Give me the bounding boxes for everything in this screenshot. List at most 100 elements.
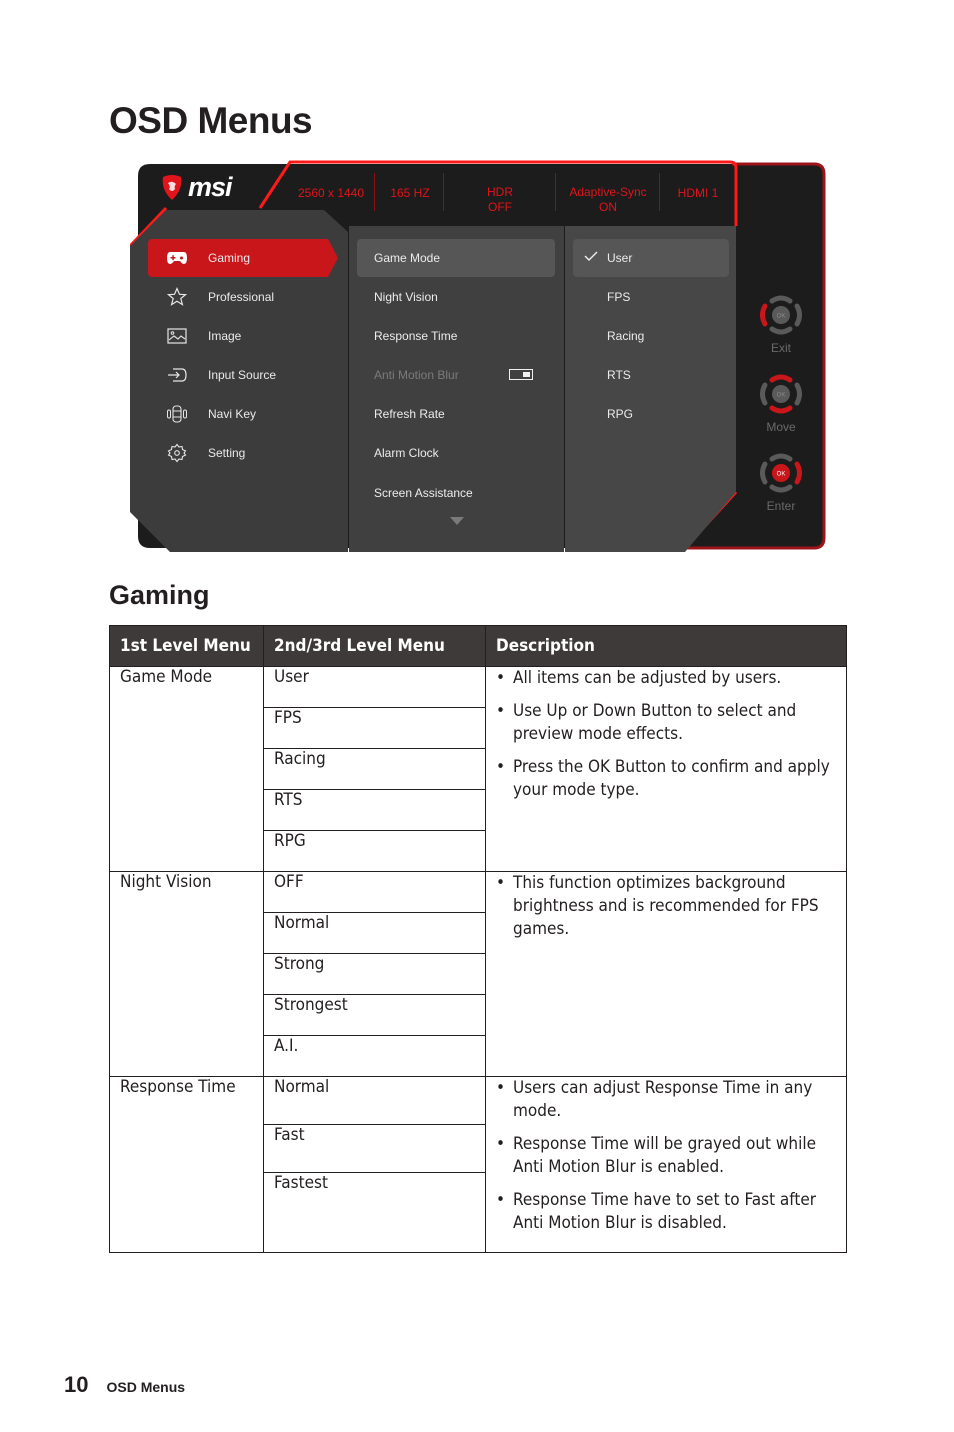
header-description: Description	[485, 625, 847, 667]
option-label: FPS	[607, 290, 631, 304]
ok-label: OK	[777, 472, 786, 478]
option-label: User	[607, 251, 633, 265]
submenu-label: Alarm Clock	[374, 446, 439, 460]
submenu-item-anti-motion-blur: Anti Motion Blur	[357, 356, 555, 394]
submenu-label: Refresh Rate	[374, 407, 445, 421]
status-refresh-rate: 165 HZ	[390, 186, 430, 200]
header-2nd-3rd-level: 2nd/3rd Level Menu	[263, 625, 486, 667]
description-cell: Users can adjust Response Time in any mo…	[485, 1076, 847, 1253]
option-cell: RPG	[263, 830, 486, 872]
description-bullet: Use Up or Down Button to select and prev…	[496, 700, 836, 746]
option-cell: Fast	[263, 1124, 486, 1173]
status-hdr: HDR OFF	[487, 185, 513, 214]
submenu-label: Game Mode	[374, 251, 441, 265]
description-bullet: All items can be adjusted by users.	[496, 667, 836, 690]
submenu-item-game-mode[interactable]: Game Mode	[357, 239, 555, 277]
status-resolution: 2560 x 1440	[297, 186, 365, 200]
gaming-menu-table: 1st Level Menu 2nd/3rd Level Menu Descri…	[109, 625, 847, 1253]
option-cell: FPS	[263, 707, 486, 749]
nav-label: Gaming	[208, 251, 251, 265]
status-divider	[659, 173, 660, 211]
nav-label: Professional	[208, 290, 275, 304]
scroll-down-arrow-icon[interactable]	[450, 517, 464, 525]
page-footer: 10 OSD Menus	[64, 1372, 185, 1398]
joystick-exit-icon: OK	[760, 295, 802, 335]
checkmark-icon	[584, 251, 598, 261]
header-1st-level: 1st Level Menu	[109, 625, 264, 667]
osd-screenshot: msi 2560 x 1440 165 HZ HDR OFF Adaptive-S…	[130, 160, 826, 552]
gear-icon	[166, 442, 188, 464]
key-hint-enter: OK Enter	[756, 453, 806, 513]
status-divider	[555, 173, 556, 211]
description-bullet: Press the OK Button to confirm and apply…	[496, 756, 836, 802]
option-cell: RTS	[263, 789, 486, 831]
option-cell: Racing	[263, 748, 486, 790]
nav-label: Input Source	[208, 368, 277, 382]
table-header-row: 1st Level Menu 2nd/3rd Level Menu Descri…	[109, 625, 847, 667]
key-hint-label: Move	[766, 420, 796, 434]
option-item-racing[interactable]: Racing	[573, 317, 729, 355]
nav-item-image[interactable]: Image	[148, 317, 338, 355]
submenu-label: Screen Assistance	[374, 486, 473, 500]
option-item-rts[interactable]: RTS	[573, 356, 729, 394]
ok-label: OK	[777, 393, 786, 399]
nav-item-gaming[interactable]: Gaming	[148, 239, 338, 277]
option-label: RTS	[607, 368, 631, 382]
key-hint-exit: OK Exit	[756, 295, 806, 355]
status-divider	[443, 173, 444, 211]
page-title: OSD Menus	[109, 100, 313, 141]
submenu-label: Anti Motion Blur	[374, 368, 459, 382]
ok-label: OK	[777, 314, 786, 320]
nav-label: Setting	[208, 446, 246, 460]
key-hint-move: OK Move	[756, 374, 806, 434]
nav-item-setting[interactable]: Setting	[148, 434, 338, 472]
table-row: Game Mode User All items can be adjusted…	[109, 666, 847, 872]
option-label: Racing	[607, 329, 645, 343]
nav-label: Navi Key	[208, 407, 257, 421]
option-cell: User	[263, 666, 486, 708]
submenu-label: Response Time	[374, 329, 458, 343]
description-bullet: Response Time will be grayed out while A…	[496, 1133, 836, 1179]
menu-cell: Night Vision	[109, 871, 264, 1077]
star-icon	[166, 286, 188, 308]
section-title: Gaming	[109, 580, 210, 610]
description-bullet: This function optimizes background brigh…	[496, 872, 836, 941]
brand-name: msi	[188, 172, 233, 202]
msi-logo: msi	[160, 172, 233, 203]
gamepad-icon	[166, 247, 188, 269]
description-cell: All items can be adjusted by users. Use …	[485, 666, 847, 872]
menu-cell: Response Time	[109, 1076, 264, 1253]
option-cell: Fastest	[263, 1172, 486, 1253]
description-bullet: Response Time have to set to Fast after …	[496, 1189, 836, 1235]
joystick-move-icon: OK	[760, 374, 802, 414]
nav-label: Image	[208, 329, 242, 343]
option-cell: Normal	[263, 1076, 486, 1125]
submenu-item-screen-assistance[interactable]: Screen Assistance	[357, 474, 555, 512]
option-cell: OFF	[263, 871, 486, 913]
submenu-item-refresh-rate[interactable]: Refresh Rate	[357, 395, 555, 433]
option-cell: A.I.	[263, 1035, 486, 1077]
option-label: RPG	[607, 407, 634, 421]
option-item-user[interactable]: User	[573, 239, 729, 277]
submenu-item-night-vision[interactable]: Night Vision	[357, 278, 555, 316]
nav-item-input-source[interactable]: Input Source	[148, 356, 338, 394]
status-divider	[374, 173, 375, 211]
nav-item-professional[interactable]: Professional	[148, 278, 338, 316]
menu-cell: Game Mode	[109, 666, 264, 872]
key-hint-label: Enter	[766, 499, 796, 513]
page-number: 10	[64, 1372, 89, 1397]
submenu-item-alarm-clock[interactable]: Alarm Clock	[357, 434, 555, 472]
description-cell: This function optimizes background brigh…	[485, 871, 847, 1077]
input-source-icon	[166, 364, 188, 386]
anti-motion-blur-toggle[interactable]	[509, 369, 533, 380]
option-cell: Normal	[263, 912, 486, 954]
option-cell: Strong	[263, 953, 486, 995]
option-cell: Strongest	[263, 994, 486, 1036]
status-input: HDMI 1	[677, 186, 719, 200]
nav-item-navi-key[interactable]: Navi Key	[148, 395, 338, 433]
key-hint-label: Exit	[770, 341, 791, 355]
submenu-item-response-time[interactable]: Response Time	[357, 317, 555, 355]
option-item-rpg[interactable]: RPG	[573, 395, 729, 433]
table-row: Response Time Normal Users can adjust Re…	[109, 1076, 847, 1253]
option-item-fps[interactable]: FPS	[573, 278, 729, 316]
